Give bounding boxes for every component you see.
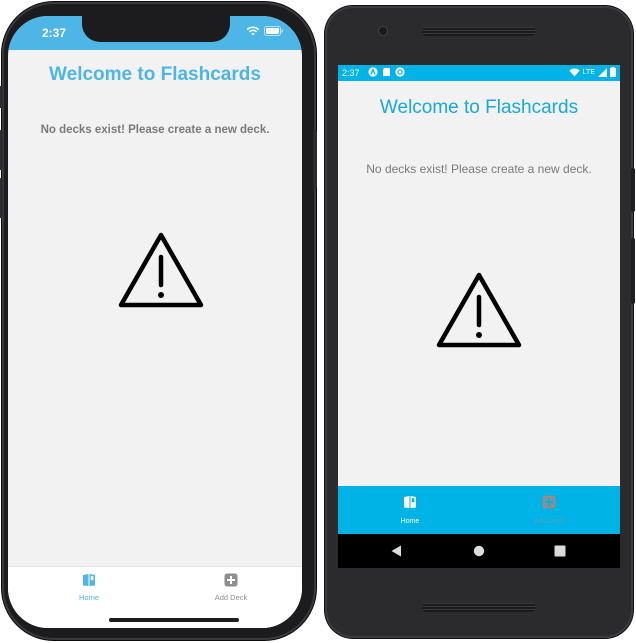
ios-home-indicator[interactable] bbox=[109, 618, 239, 622]
ios-status-time: 2:37 bbox=[42, 26, 67, 40]
warning-triangle-icon bbox=[118, 232, 204, 308]
battery-icon bbox=[610, 67, 616, 77]
iphone-mute-switch bbox=[0, 86, 3, 108]
ios-tab-bar: Home Add Deck bbox=[8, 566, 302, 628]
tab-home-label: Home bbox=[400, 518, 420, 525]
android-tab-bar: Home Add Deck bbox=[338, 486, 620, 534]
android-status-bar: 2:37 LTE bbox=[338, 65, 620, 81]
tab-add-deck[interactable]: Add Deck bbox=[509, 495, 589, 533]
iphone-device-frame: 2:37 Welcome to Flashcards No decks exis… bbox=[0, 2, 317, 640]
iphone-power-button bbox=[313, 130, 317, 188]
android-volume-button bbox=[631, 238, 635, 304]
tab-home[interactable]: Home bbox=[370, 495, 450, 533]
android-bottom-speaker bbox=[422, 603, 536, 612]
react-app-icon bbox=[368, 67, 378, 77]
page-title: Welcome to Flashcards bbox=[379, 97, 579, 118]
wifi-icon bbox=[568, 68, 580, 76]
ios-status-bar: 2:37 bbox=[8, 16, 302, 50]
iphone-volume-up-button bbox=[0, 130, 3, 170]
android-front-camera bbox=[379, 27, 387, 35]
android-status-time: 2:37 bbox=[342, 68, 360, 78]
android-device-frame: 2:37 LTE Welcome to Flashcards No decks … bbox=[325, 6, 635, 638]
tab-home[interactable]: Home bbox=[49, 573, 129, 613]
android-navigation-bar bbox=[338, 534, 620, 568]
android-power-button bbox=[631, 168, 635, 212]
ios-screen: 2:37 Welcome to Flashcards No decks exis… bbox=[8, 16, 302, 628]
iphone-volume-down-button bbox=[0, 178, 3, 218]
battery-icon bbox=[264, 26, 284, 36]
tab-home-label: Home bbox=[78, 593, 99, 602]
storage-icon bbox=[383, 68, 390, 76]
android-screen: 2:37 LTE Welcome to Flashcards No decks … bbox=[338, 65, 620, 568]
android-notification-icons bbox=[368, 67, 405, 77]
warning-triangle-icon bbox=[436, 272, 522, 348]
empty-state-message: No decks exist! Please create a new deck… bbox=[366, 162, 592, 176]
deck-book-icon bbox=[83, 574, 95, 586]
home-icon[interactable] bbox=[473, 545, 485, 557]
plus-square-icon bbox=[542, 495, 556, 509]
tab-add-deck-label: Add Deck bbox=[214, 593, 248, 602]
android-system-icons: LTE bbox=[568, 67, 616, 77]
android-top-speaker bbox=[422, 27, 536, 36]
wifi-icon bbox=[246, 26, 260, 36]
empty-state-message: No decks exist! Please create a new deck… bbox=[40, 124, 270, 136]
ios-notch bbox=[82, 16, 230, 42]
tab-add-deck-label: Add Deck bbox=[533, 518, 565, 525]
cell-signal-icon bbox=[598, 67, 607, 77]
back-icon[interactable] bbox=[391, 545, 402, 557]
plus-square-icon bbox=[224, 573, 238, 587]
recents-icon[interactable] bbox=[554, 545, 566, 557]
tab-add-deck[interactable]: Add Deck bbox=[191, 573, 271, 613]
ios-status-icons bbox=[246, 26, 284, 36]
deck-book-icon bbox=[404, 496, 416, 508]
sync-icon bbox=[395, 67, 405, 77]
page-title: Welcome to Flashcards bbox=[49, 64, 261, 85]
network-type-label: LTE bbox=[582, 68, 595, 76]
